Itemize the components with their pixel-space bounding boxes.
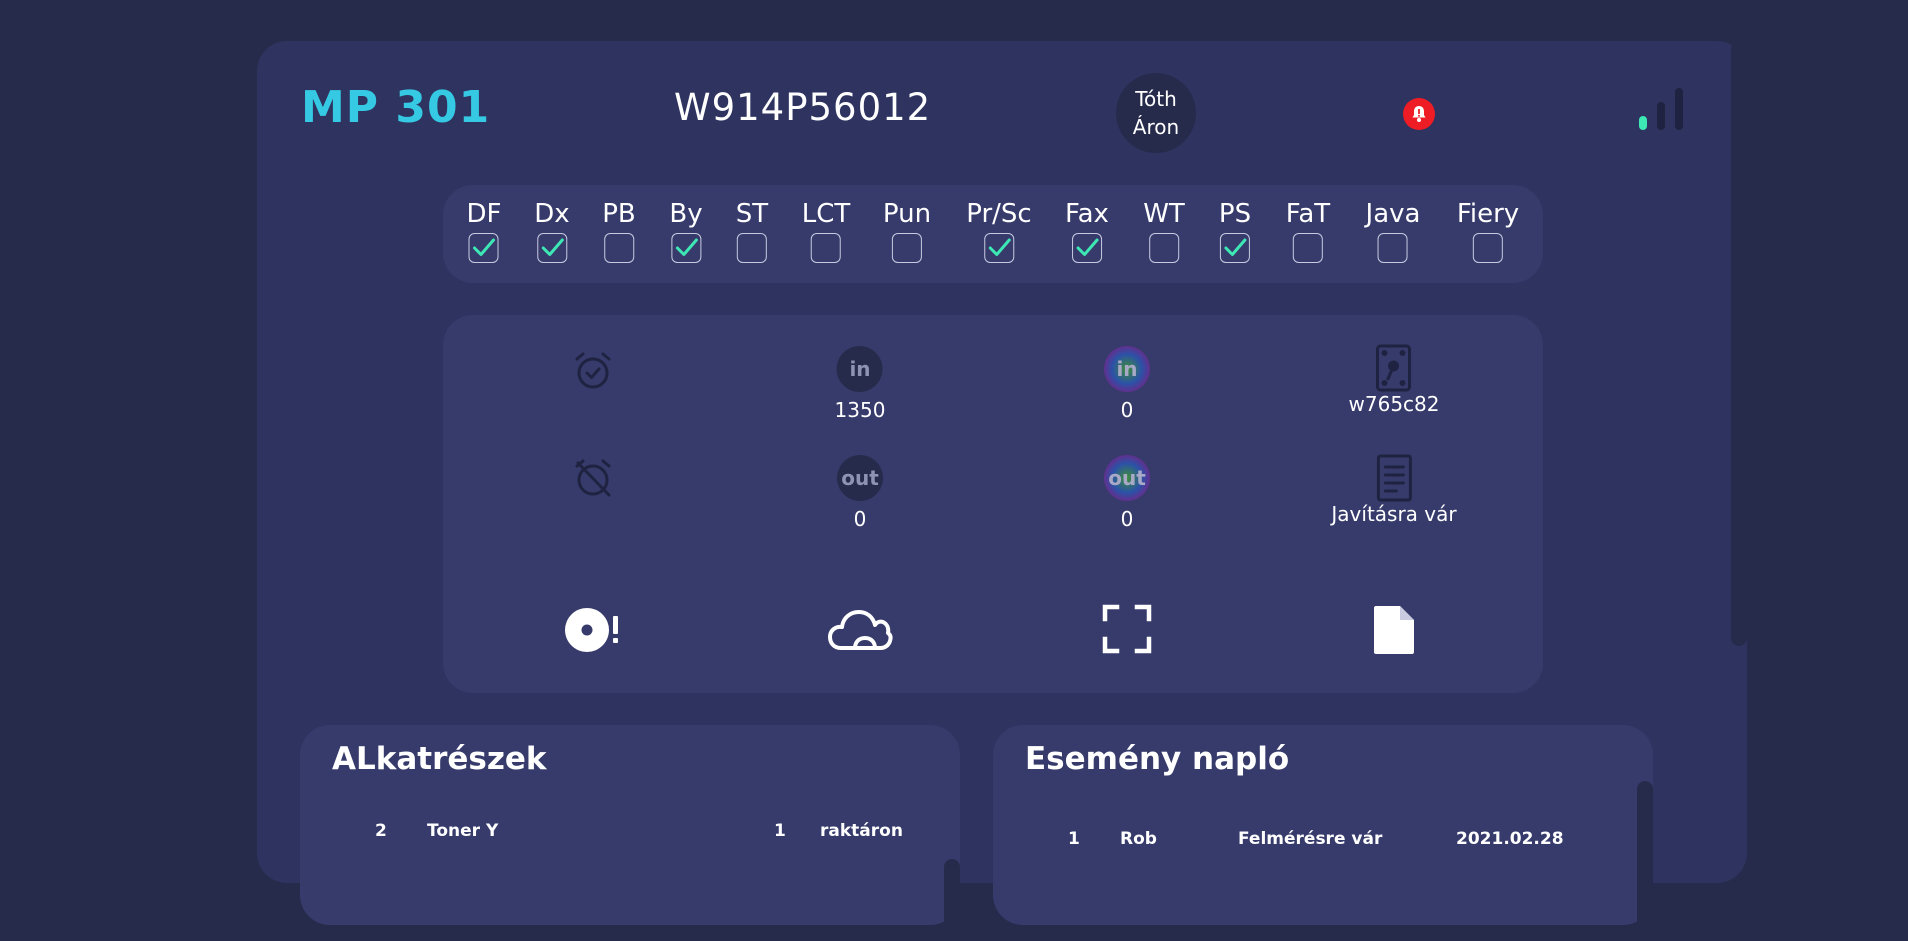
option-checkbox[interactable] — [892, 233, 922, 263]
option-dx[interactable]: Dx — [534, 199, 570, 263]
bell-alert-icon[interactable] — [1403, 98, 1435, 130]
option-label: Pun — [882, 199, 932, 229]
alarm-check-icon[interactable] — [572, 350, 614, 392]
option-checkbox-checked[interactable] — [468, 233, 499, 263]
option-pb[interactable]: PB — [602, 199, 636, 263]
disc-alert-icon[interactable] — [563, 606, 623, 654]
option-label: Pr/Sc — [966, 199, 1032, 229]
checkmark-icon — [988, 238, 1011, 256]
option-checkbox-checked[interactable] — [1071, 233, 1102, 263]
file-icon[interactable] — [1372, 604, 1416, 656]
event-log-title: Esemény napló — [1025, 741, 1290, 777]
part-qty: 2 — [375, 821, 387, 841]
part-count: 1 — [774, 821, 786, 841]
option-label: WT — [1143, 199, 1185, 229]
bw-out-icon: out — [837, 455, 883, 501]
option-label: Dx — [534, 199, 570, 229]
option-label: Fiery — [1456, 199, 1520, 229]
option-checkbox[interactable] — [1149, 233, 1179, 263]
bw-in-icon: in — [837, 346, 883, 392]
option-fax[interactable]: Fax — [1065, 199, 1109, 263]
color-out-value: 0 — [1120, 507, 1134, 531]
bw-output-counter: out 0 — [837, 455, 883, 531]
option-label: PS — [1218, 199, 1252, 229]
event-user: Rob — [1120, 829, 1157, 849]
checkmark-icon — [1224, 238, 1247, 256]
option-checkbox-checked[interactable] — [1220, 233, 1250, 263]
option-checkbox[interactable] — [736, 233, 767, 263]
option-checkbox-checked[interactable] — [536, 233, 567, 263]
option-label: DF — [466, 199, 502, 229]
option-checkbox[interactable] — [1472, 233, 1503, 263]
option-lct[interactable]: LCT — [801, 199, 851, 263]
option-checkbox-checked[interactable] — [670, 233, 701, 263]
option-java[interactable]: Java — [1365, 199, 1421, 263]
option-checkbox-checked[interactable] — [983, 233, 1014, 263]
checkmark-icon — [675, 238, 698, 256]
option-checkbox[interactable] — [1292, 233, 1323, 263]
user-avatar[interactable]: Tóth Áron — [1116, 73, 1196, 153]
hard-drive-icon — [1376, 344, 1412, 392]
bw-in-value: 1350 — [834, 398, 886, 422]
part-name: Toner Y — [427, 821, 499, 841]
option-checkbox[interactable] — [811, 233, 841, 263]
option-label: ST — [735, 199, 769, 229]
parts-scrollbar[interactable] — [944, 859, 960, 939]
checkmark-icon — [541, 238, 564, 256]
option-checkbox[interactable] — [1377, 233, 1408, 263]
option-label: LCT — [801, 199, 851, 229]
event-log-scrollbar[interactable] — [1637, 781, 1653, 941]
parts-panel: ALkatrészek 2 Toner Y 1 raktáron — [300, 725, 960, 939]
fullscreen-icon[interactable] — [1102, 604, 1152, 654]
status-block: Javításra vár — [1331, 454, 1457, 526]
parts-title: ALkatrészek — [332, 741, 547, 777]
option-wt[interactable]: WT — [1143, 199, 1185, 263]
checkmark-icon — [1076, 238, 1099, 256]
device-code-block: w765c82 — [1348, 344, 1440, 416]
user-second-line: Áron — [1132, 115, 1180, 139]
device-code: w765c82 — [1348, 392, 1440, 416]
option-df[interactable]: DF — [466, 199, 502, 263]
option-label: Fax — [1065, 199, 1109, 229]
color-input-counter: in 0 — [1104, 346, 1150, 422]
repair-status: Javításra vár — [1331, 502, 1457, 526]
cloud-icon[interactable] — [827, 608, 893, 652]
event-id: 1 — [1068, 829, 1080, 849]
option-checkbox[interactable] — [603, 233, 634, 263]
option-pun[interactable]: Pun — [883, 199, 931, 263]
color-in-icon: in — [1104, 346, 1150, 392]
bw-out-value: 0 — [853, 507, 867, 531]
document-list-icon — [1376, 454, 1412, 502]
option-fiery[interactable]: Fiery — [1457, 199, 1519, 263]
option-label: By — [669, 199, 703, 229]
event-log-panel: Esemény napló 1 Rob Felmérésre vár 2021.… — [993, 725, 1653, 941]
option-pr-sc[interactable]: Pr/Sc — [966, 199, 1032, 263]
signal-strength-icon — [1639, 88, 1689, 130]
checkmark-icon — [473, 238, 496, 256]
color-output-counter: out 0 — [1104, 455, 1150, 531]
option-fat[interactable]: FaT — [1286, 199, 1330, 263]
option-label: PB — [602, 199, 636, 229]
event-date: 2021.02.28 — [1456, 829, 1564, 849]
option-by[interactable]: By — [669, 199, 703, 263]
option-st[interactable]: ST — [736, 199, 768, 263]
option-label: Java — [1365, 199, 1421, 229]
event-state: Felmérésre vár — [1238, 829, 1383, 849]
serial-number: W914P56012 — [674, 86, 932, 129]
option-label: FaT — [1285, 199, 1331, 229]
color-in-value: 0 — [1120, 398, 1134, 422]
alarm-off-icon[interactable] — [572, 457, 614, 499]
device-model: MP 301 — [301, 82, 491, 133]
option-ps[interactable]: PS — [1219, 199, 1251, 263]
color-out-icon: out — [1104, 455, 1150, 501]
user-first-line: Tóth — [1135, 87, 1177, 111]
part-state: raktáron — [820, 821, 903, 841]
card-scrollbar[interactable] — [1731, 41, 1747, 646]
bw-input-counter: in 1350 — [834, 346, 886, 422]
